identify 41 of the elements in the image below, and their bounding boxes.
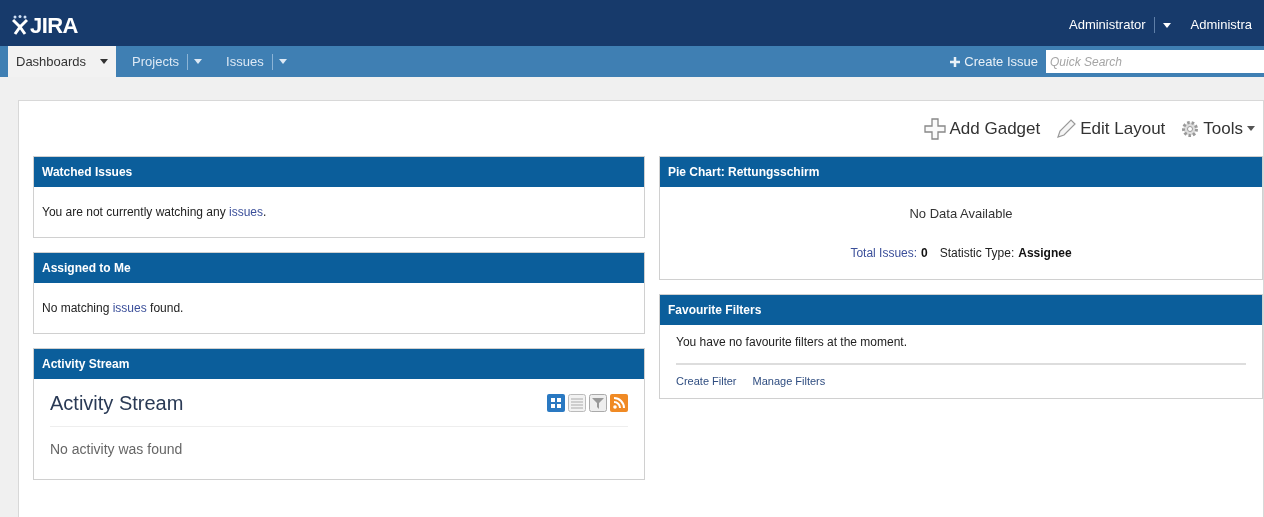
nav-tab[interactable]: Projects — [124, 46, 211, 77]
logo-icon — [12, 15, 28, 35]
stat-link[interactable]: Total Issues: — [850, 243, 918, 262]
toolbar-button[interactable]: Tools — [1181, 115, 1255, 142]
empty-message: No activity was found — [50, 440, 184, 459]
stream-heading: Activity Stream — [50, 390, 184, 416]
message-text: No matching issues found. — [42, 300, 184, 317]
message-text: You are not currently watching any issues. — [42, 204, 267, 221]
nav-tab[interactable]: Issues — [218, 46, 295, 77]
user-menu[interactable]: Administrator — [1069, 15, 1171, 35]
rss-icon[interactable] — [610, 393, 628, 412]
user-menu[interactable]: Administra — [1190, 15, 1252, 35]
gadget-title: Favourite Filters — [660, 295, 1262, 325]
message-text: You have no favourite filters at the moment. — [676, 333, 1246, 365]
create-issue-button[interactable]: Create Issue — [942, 46, 1046, 77]
nav-tab[interactable]: Dashboards — [8, 46, 117, 77]
filter-icon[interactable] — [589, 393, 607, 412]
plus-icon — [950, 56, 961, 67]
grid-view-icon[interactable] — [547, 393, 565, 412]
gear-icon — [1181, 119, 1200, 138]
issues-link[interactable]: issues — [112, 301, 147, 315]
stat-value: Assignee — [1018, 244, 1072, 262]
toolbar-button[interactable]: Add Gadget — [923, 115, 1041, 142]
filter-link[interactable]: Manage Filters — [752, 373, 826, 390]
caret-icon — [1247, 126, 1255, 131]
gadget-title: Assigned to Me — [34, 253, 644, 283]
stat-label: Statistic Type: — [939, 244, 1015, 262]
gadget-title: Pie Chart: Rettungsschirm — [660, 157, 1262, 187]
plus-icon — [923, 117, 946, 140]
gadget-title: Activity Stream — [34, 349, 644, 379]
toolbar-button[interactable]: Edit Layout — [1056, 115, 1166, 142]
list-view-icon[interactable] — [568, 393, 586, 412]
empty-message: No Data Available — [909, 205, 1013, 224]
logo[interactable]: JIRA — [12, 8, 78, 42]
search-field[interactable]: Quick Search — [1046, 50, 1264, 73]
caret-icon[interactable] — [100, 59, 109, 64]
caret-icon[interactable] — [1162, 22, 1171, 28]
filter-link[interactable]: Create Filter — [676, 373, 737, 390]
pencil-icon — [1056, 118, 1077, 139]
gadget-title: Watched Issues — [34, 157, 644, 187]
stat-value: 0 — [921, 244, 928, 262]
